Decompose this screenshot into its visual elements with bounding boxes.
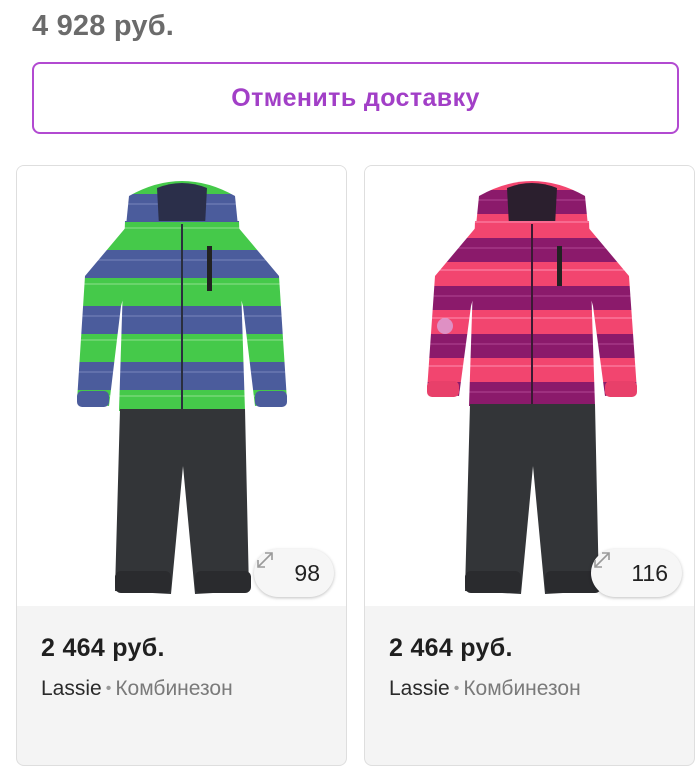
cancel-delivery-button[interactable]: Отменить доставку [32,62,679,134]
order-total-price: 4 928 руб. [32,10,175,42]
expand-arrows-icon [594,552,625,584]
product-card[interactable]: 116 2 464 руб. Lassie • Комбинезон [364,165,695,766]
product-category: Комбинезон [463,677,581,700]
product-brand: Lassie [41,677,102,700]
product-image[interactable]: 116 [365,166,694,606]
product-price: 2 464 руб. [41,634,165,662]
meta-separator: • [105,680,112,697]
product-info: 2 464 руб. Lassie • Комбинезон [41,634,336,701]
size-value: 98 [294,559,320,586]
product-brand: Lassie [389,677,450,700]
snowsuit-green-illustration [77,181,287,594]
size-badge[interactable]: 116 [591,549,682,597]
meta-separator: • [453,680,460,697]
size-badge[interactable]: 98 [254,549,334,597]
size-value: 116 [631,559,668,586]
product-image[interactable]: 98 [17,166,346,606]
product-info: 2 464 руб. Lassie • Комбинезон [389,634,684,701]
snowsuit-pink-illustration [427,181,637,594]
product-meta: Lassie • Комбинезон [389,677,684,701]
product-meta: Lassie • Комбинезон [41,677,336,701]
product-price: 2 464 руб. [389,634,513,662]
product-category: Комбинезон [115,677,233,700]
product-card[interactable]: 98 2 464 руб. Lassie • Комбинезон [16,165,347,766]
expand-arrows-icon [257,552,288,584]
